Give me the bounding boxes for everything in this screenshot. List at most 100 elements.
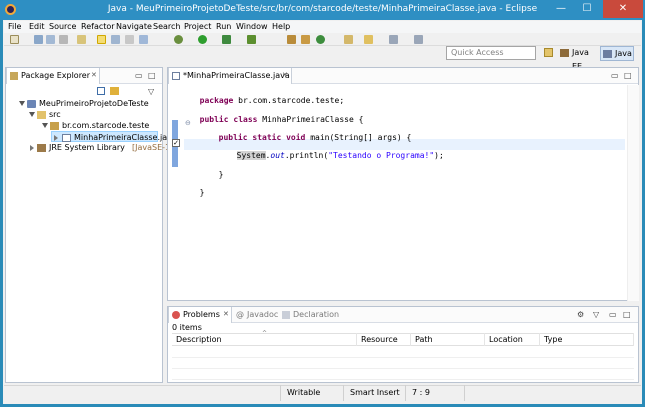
- collapse-all-icon[interactable]: [97, 87, 105, 95]
- tab-editor-file[interactable]: *MinhaPrimeiraClasse.java ✕: [168, 68, 292, 84]
- menu-source[interactable]: Source: [49, 22, 76, 31]
- minimize-view-icon[interactable]: ▭: [135, 71, 143, 80]
- column-header-type[interactable]: Type: [540, 333, 634, 346]
- menu-bar: File Edit Source Refactor Navigate Searc…: [4, 21, 641, 33]
- minimize-view-icon[interactable]: ▭: [611, 71, 619, 80]
- filter-icon[interactable]: ⚙: [577, 310, 584, 319]
- tab-declaration-label: Declaration: [293, 310, 340, 319]
- search-icon[interactable]: [364, 35, 373, 44]
- toggle-mark-occurrences-icon[interactable]: [97, 35, 106, 44]
- save-all-icon[interactable]: [46, 35, 55, 44]
- menu-file[interactable]: File: [8, 22, 21, 31]
- open-task-icon[interactable]: [344, 35, 353, 44]
- perspective-java-ee[interactable]: Java EE: [558, 46, 598, 71]
- collapse-arrow-icon[interactable]: [30, 145, 34, 151]
- maximize-view-icon[interactable]: □: [148, 71, 156, 80]
- tab-problems[interactable]: Problems ✕: [168, 307, 232, 323]
- menu-search[interactable]: Search: [153, 22, 180, 31]
- tree-item-java-file[interactable]: MinhaPrimeiraClasse.java: [51, 131, 177, 142]
- save-icon[interactable]: [34, 35, 43, 44]
- print-icon[interactable]: [59, 35, 68, 44]
- back-icon[interactable]: [389, 35, 398, 44]
- column-header-resource[interactable]: Resource: [357, 333, 411, 346]
- status-insert-mode[interactable]: Smart Insert: [343, 385, 405, 401]
- perspective-java-label: Java: [615, 49, 632, 58]
- quick-access-input[interactable]: Quick Access: [446, 46, 536, 60]
- status-cursor-position: 7 : 9: [405, 385, 465, 401]
- code-text: .println(: [284, 151, 329, 160]
- code-line-close-class[interactable]: }: [190, 176, 205, 197]
- menu-project[interactable]: Project: [184, 22, 211, 31]
- expand-arrow-icon[interactable]: [19, 101, 25, 106]
- perspective-java[interactable]: Java: [600, 46, 634, 61]
- maximize-view-icon[interactable]: □: [623, 310, 631, 319]
- column-header-path[interactable]: Path: [411, 333, 485, 346]
- package-explorer-icon: [10, 72, 18, 80]
- table-row: [172, 357, 634, 358]
- open-type-icon[interactable]: [77, 35, 86, 44]
- code-string: "Testando o Programa!": [328, 151, 435, 160]
- code-system: System: [236, 151, 266, 160]
- menu-window[interactable]: Window: [236, 22, 268, 31]
- view-menu-icon[interactable]: ▽: [148, 87, 154, 96]
- tab-javadoc-label: Javadoc: [247, 310, 279, 319]
- close-icon[interactable]: ✕: [282, 68, 288, 83]
- toggle-breadcrumb-icon[interactable]: [111, 35, 120, 44]
- maximize-view-icon[interactable]: □: [624, 71, 632, 80]
- next-annotation-icon[interactable]: [139, 35, 148, 44]
- menu-navigate[interactable]: Navigate: [116, 22, 152, 31]
- menu-help[interactable]: Help: [272, 22, 290, 31]
- editor-tabbar: *MinhaPrimeiraClasse.java ✕ ▭ □: [168, 68, 638, 84]
- new-icon[interactable]: [10, 35, 19, 44]
- debug-icon[interactable]: [174, 35, 183, 44]
- code-field-out: out: [270, 151, 285, 160]
- code-line-println[interactable]: System.out.println("Testando o Programa!…: [227, 139, 444, 160]
- maximize-button[interactable]: ☐: [575, 0, 599, 18]
- problems-icon: [172, 311, 180, 319]
- java-perspective-icon: [603, 50, 612, 58]
- external-tools-icon[interactable]: [247, 35, 256, 44]
- new-class-icon[interactable]: [316, 35, 325, 44]
- expand-arrow-icon[interactable]: [42, 123, 48, 128]
- minimize-view-icon[interactable]: ▭: [609, 310, 617, 319]
- menu-run[interactable]: Run: [216, 22, 231, 31]
- java-file-icon: [62, 134, 71, 142]
- forward-icon[interactable]: [414, 35, 423, 44]
- tree-item-jre[interactable]: JRE System Library [JavaSE-1.7]: [28, 142, 181, 153]
- expand-arrow-icon[interactable]: [29, 112, 35, 117]
- new-java-project-icon[interactable]: [287, 35, 296, 44]
- table-row: [172, 379, 634, 380]
- open-perspective-icon[interactable]: [544, 48, 553, 57]
- new-package-icon[interactable]: [301, 35, 310, 44]
- code-line-close-method[interactable]: }: [209, 158, 224, 179]
- code-line-package[interactable]: package br.com.starcode.teste;: [190, 84, 345, 105]
- problems-item-count: 0 items: [172, 323, 202, 332]
- menu-refactor[interactable]: Refactor: [81, 22, 115, 31]
- close-button[interactable]: ✕: [603, 0, 643, 18]
- menu-edit[interactable]: Edit: [29, 22, 45, 31]
- tree-item-package[interactable]: br.com.starcode.teste: [41, 120, 160, 131]
- main-toolbar: [4, 33, 641, 46]
- tab-package-explorer[interactable]: Package Explorer ✕: [6, 68, 100, 84]
- close-icon[interactable]: ✕: [223, 307, 229, 322]
- problems-tabbar: Problems ✕ @ Javadoc Declaration ⚙ ▽ ▭ □: [168, 307, 638, 323]
- link-with-editor-icon[interactable]: [110, 87, 119, 95]
- close-icon[interactable]: ✕: [91, 68, 97, 83]
- column-header-location[interactable]: Location: [485, 333, 540, 346]
- tab-declaration[interactable]: Declaration: [279, 307, 339, 323]
- tab-javadoc[interactable]: @ Javadoc: [233, 307, 279, 323]
- package-icon: [50, 122, 59, 130]
- code-text: }: [199, 188, 205, 197]
- code-line-main[interactable]: public static void main(String[] args) {: [209, 121, 412, 142]
- coverage-icon[interactable]: [222, 35, 231, 44]
- code-line-class[interactable]: public class MinhaPrimeiraClasse {: [190, 103, 364, 124]
- editor-scrollbar[interactable]: [627, 85, 639, 301]
- tree-item-src[interactable]: src: [28, 109, 160, 120]
- tree-item-project[interactable]: MeuPrimeiroProjetoDeTeste: [18, 98, 160, 109]
- tree-src-label: src: [49, 110, 61, 119]
- minimize-button[interactable]: —: [549, 0, 573, 18]
- show-whitespace-icon[interactable]: [125, 35, 134, 44]
- view-menu-icon[interactable]: ▽: [593, 310, 599, 319]
- run-icon[interactable]: [198, 35, 207, 44]
- collapse-arrow-icon[interactable]: [54, 135, 58, 141]
